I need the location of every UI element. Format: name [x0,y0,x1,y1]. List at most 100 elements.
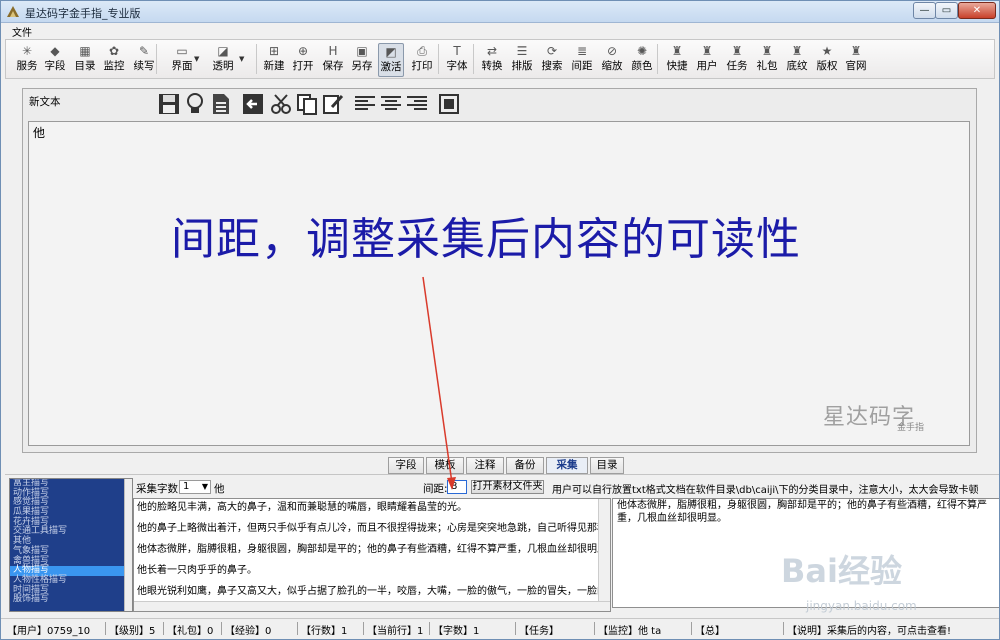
toolbar-continue-button[interactable]: ✎ 续写 [132,43,156,77]
source-text-box[interactable]: 他的脸略见丰满，高大的鼻子，温和而兼聪慧的嘴唇，眼睛耀着晶莹的光。 他的鼻子上略微… [133,498,611,612]
lightbulb-icon[interactable] [183,92,207,116]
status-separator [221,622,222,635]
print-icon: ⎙ [417,44,427,58]
collect-count-value: 1 [183,481,190,492]
save-disk-icon[interactable] [157,92,181,116]
toolbar-zoom-button[interactable]: ⊘ 缩放 [600,43,624,77]
toolbar-service-button[interactable]: ✳ 服务 [16,43,38,77]
text-editor[interactable]: 他 [28,121,970,446]
collect-keyword: 他 [214,483,225,495]
layout-icon: ☰ [516,44,528,58]
align-right-icon[interactable] [405,92,429,116]
toolbar-font-button[interactable]: T 字体 [445,43,469,77]
toolbar-texture-button[interactable]: ♜ 底纹 [785,43,809,77]
toolbar-gift-button[interactable]: ♜ 礼包 [755,43,779,77]
app-watermark-sub: 金手指 [897,423,925,433]
align-center-icon[interactable] [379,92,403,116]
toolbar-activate-button[interactable]: ◩ 激活 [378,43,404,77]
tab-5[interactable]: 目录 [590,457,624,474]
toolbar-color-label: 颜色 [631,60,653,72]
toolbar-copyright-button[interactable]: ★ 版权 [815,43,839,77]
copy-icon[interactable] [295,92,319,116]
edit-icon[interactable] [321,92,345,116]
toolbar-spacing-button[interactable]: ≣ 间距 [570,43,594,77]
chevron-down-icon[interactable]: ▼ [194,55,199,63]
toolbar-user-button[interactable]: ♜ 用户 [695,43,719,77]
spacing-value: 8 [451,481,458,492]
copyright-icon: ★ [821,44,833,58]
toolbar-new-button[interactable]: ⊞ 新建 [262,43,286,77]
source-horizontal-scrollbar[interactable] [134,601,610,611]
toolbar-open-button[interactable]: ⊕ 打开 [291,43,315,77]
toolbar-saveas-label: 另存 [351,60,373,72]
toolbar-shortcut-button[interactable]: ♜ 快捷 [665,43,689,77]
toolbar-spacing-label: 间距 [571,60,593,72]
spacing-input[interactable]: 8 [447,480,467,494]
toolbar-save-button[interactable]: H 保存 [321,43,345,77]
color-icon: ✺ [636,44,648,58]
tab-1[interactable]: 模板 [426,457,464,474]
toolbar-website-label: 官网 [845,60,867,72]
status-separator [363,622,364,635]
fullscreen-icon[interactable] [437,92,461,116]
cut-icon[interactable] [269,92,293,116]
toolbar-website-button[interactable]: ♜ 官网 [844,43,868,77]
toolbar-saveas-button[interactable]: ▣ 另存 [349,43,375,77]
document-icon[interactable] [209,92,233,116]
toolbar-transparent-button[interactable]: ◪ 透明 [211,43,235,77]
shortcut-icon: ♜ [671,44,683,58]
toolbar-catalog-button[interactable]: ▦ 目录 [73,43,97,77]
save-icon: H [328,44,338,58]
tab-3[interactable]: 备份 [506,457,544,474]
status-lines: 【行数】1 [301,626,348,637]
category-item[interactable]: 服饰描写 [10,595,132,605]
status-separator [691,622,692,635]
status-separator [297,622,298,635]
category-items: 富主描写 动作描写 感觉描写 瓜果描写 花卉描写 交通工具描写 其他 气象描写 禽兽描写 人物描写… [10,479,132,605]
toolbar-separator [256,44,257,74]
ui-icon: ▭ [176,44,188,58]
toolbar-separator [156,44,157,74]
open-folder-button[interactable]: 打开素材文件夹 [471,480,544,494]
toolbar-task-button[interactable]: ♜ 任务 [725,43,749,77]
toolbar-layout-button[interactable]: ☰ 排版 [510,43,534,77]
source-paragraph: 他的脸略见丰满，高大的鼻子，温和而兼聪慧的嘴唇，眼睛耀着晶莹的光。 [137,502,467,513]
close-button[interactable]: ✕ [958,2,996,19]
saveas-icon: ▣ [356,44,368,58]
toolbar-monitor-button[interactable]: ✿ 监控 [102,43,126,77]
status-separator [429,622,430,635]
font-icon: T [453,44,461,58]
category-scrollbar[interactable] [124,479,132,611]
status-monitor: 【监控】他 ta [598,626,662,637]
editor-content[interactable]: 他 [33,124,45,141]
result-text: 他体态微胖，脂膊很粗，身躯很圆，胸部却是平的；他的鼻子有些酒糟，红得不算严重，几… [617,500,987,524]
back-arrow-icon[interactable] [241,92,265,116]
source-vertical-scrollbar[interactable] [598,499,610,611]
toolbar-search-button[interactable]: ⟳ 搜索 [540,43,564,77]
tab-0[interactable]: 字段 [388,457,424,474]
status-user: 【用户】0759_10 [7,626,91,637]
status-task: 【任务】 [519,626,559,637]
catalog-icon: ▦ [79,44,91,58]
menu-file[interactable]: 文件 [12,24,32,39]
tab-4[interactable]: 采集 [546,457,588,474]
toolbar-ui-button[interactable]: ▭ 界面 [170,43,194,77]
align-left-icon[interactable] [353,92,377,116]
toolbar-color-button[interactable]: ✺ 颜色 [630,43,654,77]
toolbar-fields-button[interactable]: ◆ 字段 [43,43,67,77]
chevron-down-icon[interactable]: ▼ [239,55,244,63]
source-paragraph: 他体态微胖，脂膊很粗，身躯很圆，胸部却是平的；他的鼻子有些酒糟，红得不算严重，几… [137,544,611,555]
status-exp: 【经验】0 [225,626,272,637]
toolbar-convert-button[interactable]: ⇄ 转换 [480,43,504,77]
toolbar-convert-label: 转换 [481,60,503,72]
category-list[interactable]: 富主描写 动作描写 感觉描写 瓜果描写 花卉描写 交通工具描写 其他 气象描写 禽兽描写 人物描写… [9,478,133,612]
toolbar-print-button[interactable]: ⎙ 打印 [410,43,434,77]
main-toolbar: ✳ 服务 ◆ 字段 ▦ 目录 ✿ 监控 ✎ 续写 ▭ 界面 ◪ 透明 ⊞ 新建 ⊕ 打开 H 保存 ▣ 另存 ◩ 激活 ⎙ 打印 T… [5,39,995,79]
toolbar-user-label: 用户 [696,60,718,72]
maximize-button[interactable]: ▭ [935,2,958,19]
search-icon: ⟳ [546,44,558,58]
photo-watermark-url: jingyan.baidu.com [806,599,917,613]
minimize-button[interactable]: — [913,2,936,19]
tab-2[interactable]: 注释 [466,457,504,474]
collect-count-select[interactable]: 1 ▼ [179,480,211,494]
